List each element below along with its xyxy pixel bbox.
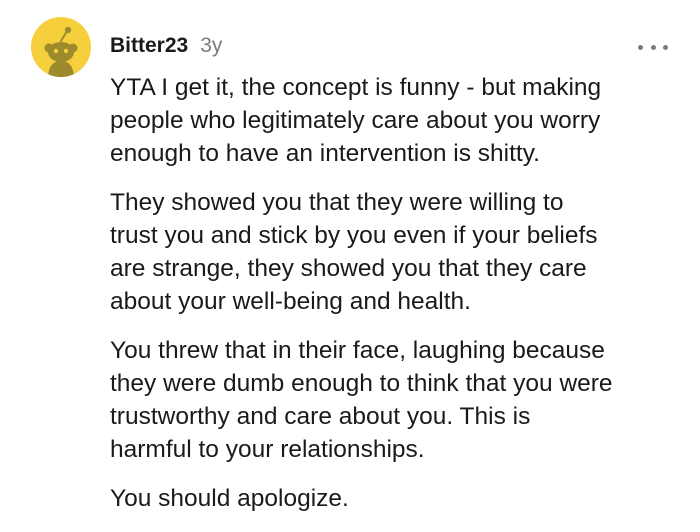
avatar-graphic — [44, 26, 78, 77]
comment-line: They showed you that they were willing t… — [110, 189, 564, 216]
comment-paragraph: You threw that in their face, laughing b… — [110, 334, 690, 466]
comment-age: 3y — [200, 34, 223, 57]
more-dot — [663, 44, 668, 50]
comment-paragraph: YTA I get it, the concept is funny - but… — [110, 71, 690, 170]
comment-line: people who legitimately care about you w… — [110, 107, 601, 134]
comment-line: enough to have an intervention is shitty… — [110, 140, 540, 167]
comment-line: YTA I get it, the concept is funny - but… — [110, 74, 602, 101]
comment-line: about your well-being and health. — [110, 288, 471, 315]
reddit-snoo-avatar-icon[interactable] — [31, 17, 91, 77]
comment-line: You should apologize. — [110, 485, 349, 512]
comment-line: harmful to your relationships. — [110, 436, 425, 463]
comment-paragraph: They showed you that they were willing t… — [110, 186, 690, 318]
comment-line: trustworthy and care about you. This is — [110, 403, 531, 430]
comment-card: Bitter23 3y YTA I get it, the concept is… — [0, 0, 700, 532]
comment-line: trust you and stick by you even if your … — [110, 222, 598, 249]
more-dot — [638, 44, 643, 50]
comment-line: You threw that in their face, laughing b… — [110, 337, 605, 364]
comment-body: YTA I get it, the concept is funny - but… — [110, 71, 690, 531]
author-username[interactable]: Bitter23 — [110, 34, 188, 58]
comment-line: are strange, they showed you that they c… — [110, 255, 587, 282]
more-options-icon[interactable] — [638, 40, 668, 54]
comment-paragraph: You should apologize. — [110, 482, 690, 515]
more-dot — [650, 44, 656, 50]
comment-header: Bitter23 3y — [110, 34, 222, 58]
comment-line: they were dumb enough to think that you … — [110, 370, 613, 397]
